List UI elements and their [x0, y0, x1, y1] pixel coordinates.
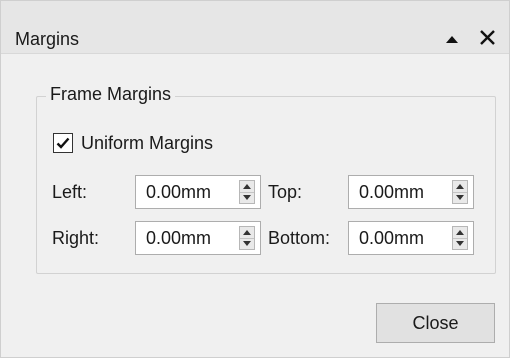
left-spin-arrows[interactable]: [239, 180, 255, 204]
right-spin-arrows[interactable]: [239, 226, 255, 250]
uniform-margins-option[interactable]: Uniform Margins: [53, 131, 213, 155]
left-spin-down-icon[interactable]: [240, 192, 254, 203]
bottom-margin-value[interactable]: 0.00mm: [359, 227, 424, 249]
top-margin-spinbox[interactable]: 0.00mm: [348, 175, 474, 209]
right-label: Right:: [52, 228, 100, 248]
bottom-margin-spinbox[interactable]: 0.00mm: [348, 221, 474, 255]
top-spin-down-icon[interactable]: [453, 192, 467, 203]
dialog-title: Margins: [15, 29, 80, 49]
top-margin-value[interactable]: 0.00mm: [359, 181, 424, 203]
right-spin-down-icon[interactable]: [240, 238, 254, 249]
left-label: Left:: [52, 182, 88, 202]
uniform-margins-label: Uniform Margins: [81, 133, 214, 153]
uniform-margins-checkbox[interactable]: [53, 133, 73, 153]
bottom-spin-arrows[interactable]: [452, 226, 468, 250]
title-bar: Margins: [1, 1, 509, 54]
right-margin-spinbox[interactable]: 0.00mm: [135, 221, 261, 255]
top-spin-arrows[interactable]: [452, 180, 468, 204]
close-icon[interactable]: [477, 27, 499, 49]
left-margin-value[interactable]: 0.00mm: [146, 181, 211, 203]
left-margin-spinbox[interactable]: 0.00mm: [135, 175, 261, 209]
checkmark-icon: [56, 137, 70, 149]
close-button[interactable]: Close: [376, 303, 495, 343]
right-margin-value[interactable]: 0.00mm: [146, 227, 211, 249]
top-label: Top:: [268, 182, 303, 202]
float-toggle-icon[interactable]: [442, 29, 462, 49]
triangle-up-icon: [446, 36, 458, 43]
close-x-icon: [480, 30, 495, 45]
bottom-label: Bottom:: [268, 228, 331, 248]
group-title: Frame Margins: [46, 82, 176, 106]
bottom-spin-down-icon[interactable]: [453, 238, 467, 249]
